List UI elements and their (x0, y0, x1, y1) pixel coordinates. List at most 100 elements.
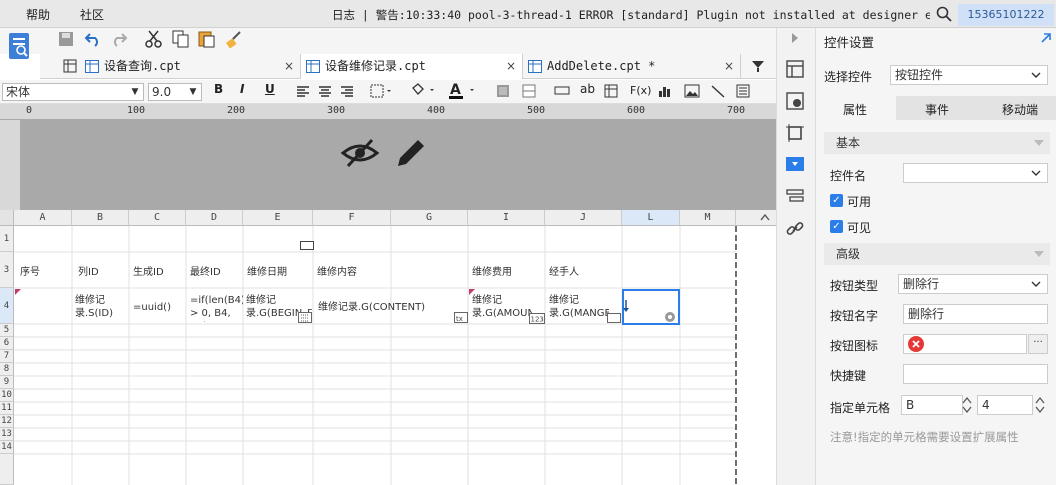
row-header[interactable]: 7 (0, 350, 14, 363)
log-message[interactable]: 日志 | 警告:10:33:40 pool-3-thread-1 ERROR [… (332, 7, 930, 23)
column-header[interactable]: G (391, 210, 468, 226)
cell-i4[interactable]: 维修记录.G(AMOUNT) (472, 294, 532, 322)
format-brush-icon[interactable] (225, 30, 243, 48)
cell-attr-icon[interactable] (786, 60, 804, 78)
condition-icon[interactable] (786, 188, 804, 204)
copy-icon[interactable] (172, 30, 190, 48)
row-header[interactable]: 1 (0, 226, 14, 252)
row-header[interactable]: 13 (0, 428, 14, 441)
tab-properties[interactable]: 属性 (843, 101, 867, 118)
paste-icon[interactable] (198, 30, 216, 48)
cell-b4[interactable]: 维修记录.S(ID) (75, 294, 129, 322)
header-cell-col-id[interactable]: 列ID (78, 266, 99, 279)
column-header[interactable]: J (545, 210, 622, 226)
header-cell-seq[interactable]: 序号 (20, 266, 40, 279)
tab-device-repair[interactable]: 设备维修记录.cpt × (301, 54, 523, 79)
column-header[interactable]: F (313, 210, 391, 226)
column-header[interactable]: D (186, 210, 243, 226)
cell-f4[interactable]: 维修记录.G(CONTENT) (318, 301, 458, 314)
row-header[interactable]: 10 (0, 389, 14, 402)
column-header[interactable]: C (129, 210, 186, 226)
menu-community[interactable]: 社区 (80, 6, 104, 23)
header-cell-repair-date[interactable]: 维修日期 (247, 266, 287, 279)
select-all-corner[interactable] (0, 210, 14, 226)
header-cell-gen-id[interactable]: 生成ID (133, 266, 164, 279)
sub-report-icon[interactable] (736, 84, 750, 98)
align-center-icon[interactable] (318, 85, 332, 99)
row-header[interactable]: 9 (0, 376, 14, 389)
header-cell-repair-cost[interactable]: 维修费用 (472, 266, 512, 279)
shortcut-input[interactable] (903, 364, 1048, 384)
cell-j4[interactable]: 维修记录.G(MANGER) (549, 294, 609, 322)
browse-icon-button[interactable]: ··· (1028, 334, 1048, 354)
search-icon[interactable] (936, 6, 952, 22)
italic-button[interactable]: I (240, 82, 244, 96)
frame-icon[interactable] (786, 124, 804, 142)
widget-name-input[interactable] (903, 163, 1048, 183)
tab-add-delete[interactable]: AddDelete.cpt * × (523, 54, 741, 79)
slash-icon[interactable] (710, 84, 726, 98)
target-cell-column[interactable]: B (901, 395, 963, 415)
column-header[interactable]: I (468, 210, 545, 226)
pin-icon[interactable] (1040, 32, 1052, 44)
widget-settings-icon[interactable] (786, 157, 804, 171)
widget-type-select[interactable]: 按钮控件 (890, 65, 1048, 85)
font-color-icon[interactable]: A (448, 82, 478, 100)
tab-close-icon[interactable]: × (724, 54, 734, 79)
settings-gear-icon[interactable] (663, 310, 677, 324)
enabled-checkbox[interactable]: ✓ (830, 194, 843, 207)
border-icon[interactable] (370, 84, 394, 100)
tab-events[interactable]: 事件 (925, 101, 949, 118)
row-header[interactable]: 6 (0, 337, 14, 350)
row-header[interactable]: 4 (0, 288, 14, 324)
cell-element-icon[interactable] (786, 92, 804, 110)
collapse-icon[interactable] (1034, 251, 1044, 257)
tab-close-icon[interactable]: × (284, 54, 294, 79)
font-family-select[interactable]: 宋体 ▼ (2, 83, 144, 101)
eye-hidden-icon[interactable] (340, 136, 380, 170)
row-header[interactable]: 14 (0, 441, 14, 454)
tab-close-icon[interactable]: × (506, 54, 516, 79)
header-cell-repair-content[interactable]: 维修内容 (317, 266, 357, 279)
button-icon-field[interactable] (903, 334, 1027, 354)
image-icon[interactable] (684, 84, 700, 98)
chart-icon[interactable] (658, 84, 672, 98)
target-cell-row[interactable]: 4 (977, 395, 1033, 415)
tab-device-query[interactable]: 设备查询.cpt × (80, 54, 301, 79)
collapse-icon[interactable] (1034, 140, 1044, 146)
header-widget-icon[interactable] (300, 241, 314, 250)
row-header[interactable]: 8 (0, 363, 14, 376)
button-type-select[interactable]: 删除行 (898, 274, 1048, 294)
cell-c4[interactable]: =uuid() (133, 301, 185, 314)
user-account[interactable]: 15365101222 (958, 4, 1054, 26)
menu-help[interactable]: 帮助 (26, 6, 50, 23)
button-name-input[interactable]: 删除行 (903, 304, 1048, 324)
formula-button[interactable]: F(x) (630, 84, 651, 97)
merge-cells-icon[interactable] (496, 84, 510, 98)
split-cells-icon[interactable] (522, 84, 536, 98)
text-button[interactable]: ab (580, 82, 595, 96)
undo-icon[interactable] (84, 31, 102, 47)
align-right-icon[interactable] (340, 85, 354, 99)
table-icon[interactable] (604, 84, 618, 98)
row-header[interactable]: 3 (0, 252, 14, 288)
section-basic[interactable]: 基本 (824, 132, 1050, 154)
font-size-select[interactable]: 9.0 ▼ (148, 83, 202, 101)
column-header[interactable]: A (14, 210, 72, 226)
redo-icon[interactable] (110, 31, 128, 47)
visible-checkbox[interactable]: ✓ (830, 220, 843, 233)
column-header[interactable]: E (243, 210, 313, 226)
chevron-right-icon[interactable] (790, 32, 800, 44)
column-header[interactable]: M (680, 210, 736, 226)
hyperlink-icon[interactable] (786, 220, 804, 238)
column-header[interactable]: L (622, 210, 680, 226)
column-spinner-icon[interactable] (962, 395, 972, 415)
header-cell-handler[interactable]: 经手人 (549, 266, 579, 279)
row-header[interactable]: 11 (0, 402, 14, 415)
tab-mobile[interactable]: 移动端 (1002, 101, 1038, 118)
tab-menu-icon[interactable] (750, 59, 766, 73)
designer-logo-icon[interactable] (8, 32, 32, 62)
text-field-icon[interactable] (554, 86, 570, 96)
underline-button[interactable]: U (265, 82, 275, 96)
align-left-icon[interactable] (296, 85, 310, 99)
